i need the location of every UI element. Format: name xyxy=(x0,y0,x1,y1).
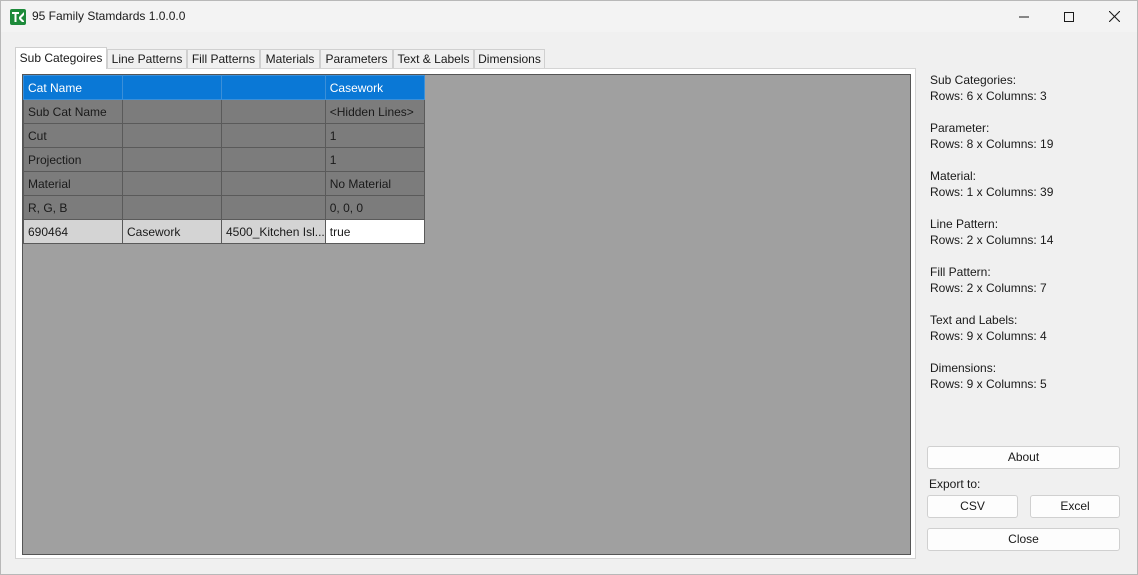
stat-value: Rows: 2 x Columns: 7 xyxy=(930,281,1047,295)
app-window: 95 Family Stamdards 1.0.0.0 Sub Categoir… xyxy=(0,0,1138,575)
grid-cell[interactable]: 4500_Kitchen Isl... xyxy=(221,219,326,244)
grid-cell[interactable]: <Hidden Lines> xyxy=(324,99,425,124)
grid-cell[interactable] xyxy=(221,75,326,100)
stat-label: Line Pattern: xyxy=(930,217,999,231)
export-csv-button[interactable]: CSV xyxy=(927,495,1018,518)
tab-text-labels[interactable]: Text & Labels xyxy=(393,49,474,68)
grid-row[interactable]: Cat Name Casework xyxy=(23,75,425,100)
stat-parameter: Parameter: Rows: 8 x Columns: 19 xyxy=(930,120,1120,168)
stat-value: Rows: 6 x Columns: 3 xyxy=(930,89,1047,103)
close-window-button[interactable] xyxy=(1091,1,1137,32)
minimize-icon xyxy=(1019,16,1029,17)
grid-cell[interactable]: Sub Cat Name xyxy=(23,99,123,124)
data-grid[interactable]: Cat Name Casework Sub Cat Name <Hidden L… xyxy=(22,74,911,555)
export-label: Export to: xyxy=(929,477,981,491)
close-button[interactable]: Close xyxy=(927,528,1120,551)
grid-cell[interactable] xyxy=(221,99,326,124)
stat-material: Material: Rows: 1 x Columns: 39 xyxy=(930,168,1120,216)
grid-cell[interactable]: Projection xyxy=(23,147,123,172)
grid-cell[interactable] xyxy=(221,123,326,148)
stat-text-labels: Text and Labels: Rows: 9 x Columns: 4 xyxy=(930,312,1120,360)
grid-cell[interactable]: Casework xyxy=(324,75,425,100)
stat-value: Rows: 9 x Columns: 5 xyxy=(930,377,1047,391)
stat-value: Rows: 9 x Columns: 4 xyxy=(930,329,1047,343)
grid-cell[interactable]: 0, 0, 0 xyxy=(324,195,425,220)
tab-dimensions[interactable]: Dimensions xyxy=(474,49,545,68)
grid-cell[interactable]: R, G, B xyxy=(23,195,123,220)
grid-cell[interactable]: Cut xyxy=(23,123,123,148)
stat-label: Dimensions: xyxy=(930,361,997,375)
grid-cell-editing[interactable]: true xyxy=(324,219,425,244)
export-excel-button[interactable]: Excel xyxy=(1030,495,1120,518)
window-title: 95 Family Stamdards 1.0.0.0 xyxy=(32,9,186,23)
app-logo-icon xyxy=(10,9,26,25)
tab-materials[interactable]: Materials xyxy=(260,49,320,68)
minimize-button[interactable] xyxy=(1001,1,1047,32)
grid-table: Cat Name Casework Sub Cat Name <Hidden L… xyxy=(23,75,425,244)
stat-label: Parameter: xyxy=(930,121,990,135)
stat-fill-pattern: Fill Pattern: Rows: 2 x Columns: 7 xyxy=(930,264,1120,312)
grid-cell[interactable]: 1 xyxy=(324,123,425,148)
tab-parameters[interactable]: Parameters xyxy=(320,49,393,68)
grid-cell[interactable]: Material xyxy=(23,171,123,196)
grid-row[interactable]: Projection 1 xyxy=(23,147,425,172)
grid-row[interactable]: R, G, B 0, 0, 0 xyxy=(23,195,425,220)
stat-value: Rows: 2 x Columns: 14 xyxy=(930,233,1054,247)
tab-sub-categories[interactable]: Sub Categoires xyxy=(15,47,107,69)
grid-cell[interactable]: 1 xyxy=(324,147,425,172)
tab-fill-patterns[interactable]: Fill Patterns xyxy=(187,49,260,68)
grid-row[interactable]: Material No Material xyxy=(23,171,425,196)
grid-row[interactable]: 690464 Casework 4500_Kitchen Isl... true xyxy=(23,219,425,244)
stat-line-pattern: Line Pattern: Rows: 2 x Columns: 14 xyxy=(930,216,1120,264)
stat-label: Sub Categories: xyxy=(930,73,1017,87)
title-bar[interactable]: 95 Family Stamdards 1.0.0.0 xyxy=(1,1,1137,32)
grid-row[interactable]: Cut 1 xyxy=(23,123,425,148)
grid-cell[interactable] xyxy=(221,147,326,172)
stat-label: Text and Labels: xyxy=(930,313,1018,327)
grid-cell[interactable]: Casework xyxy=(122,219,222,244)
grid-cell[interactable] xyxy=(221,171,326,196)
maximize-button[interactable] xyxy=(1046,1,1092,32)
grid-cell[interactable] xyxy=(122,195,222,220)
stat-value: Rows: 8 x Columns: 19 xyxy=(930,137,1054,151)
about-button[interactable]: About xyxy=(927,446,1120,469)
grid-cell[interactable]: Cat Name xyxy=(23,75,123,100)
grid-cell[interactable] xyxy=(122,75,222,100)
grid-cell[interactable]: No Material xyxy=(324,171,425,196)
grid-cell[interactable] xyxy=(122,123,222,148)
close-icon xyxy=(1108,11,1120,22)
grid-cell[interactable] xyxy=(221,195,326,220)
stat-sub-categories: Sub Categories: Rows: 6 x Columns: 3 xyxy=(930,72,1120,120)
stat-label: Material: xyxy=(930,169,977,183)
stat-value: Rows: 1 x Columns: 39 xyxy=(930,185,1054,199)
maximize-icon xyxy=(1064,11,1074,22)
grid-cell[interactable]: 690464 xyxy=(23,219,123,244)
grid-cell[interactable] xyxy=(122,99,222,124)
tab-line-patterns[interactable]: Line Patterns xyxy=(107,49,187,68)
grid-cell[interactable] xyxy=(122,147,222,172)
stats-panel: Sub Categories: Rows: 6 x Columns: 3 Par… xyxy=(930,72,1120,408)
grid-row[interactable]: Sub Cat Name <Hidden Lines> xyxy=(23,99,425,124)
stat-label: Fill Pattern: xyxy=(930,265,991,279)
stat-dimensions: Dimensions: Rows: 9 x Columns: 5 xyxy=(930,360,1120,408)
grid-cell[interactable] xyxy=(122,171,222,196)
